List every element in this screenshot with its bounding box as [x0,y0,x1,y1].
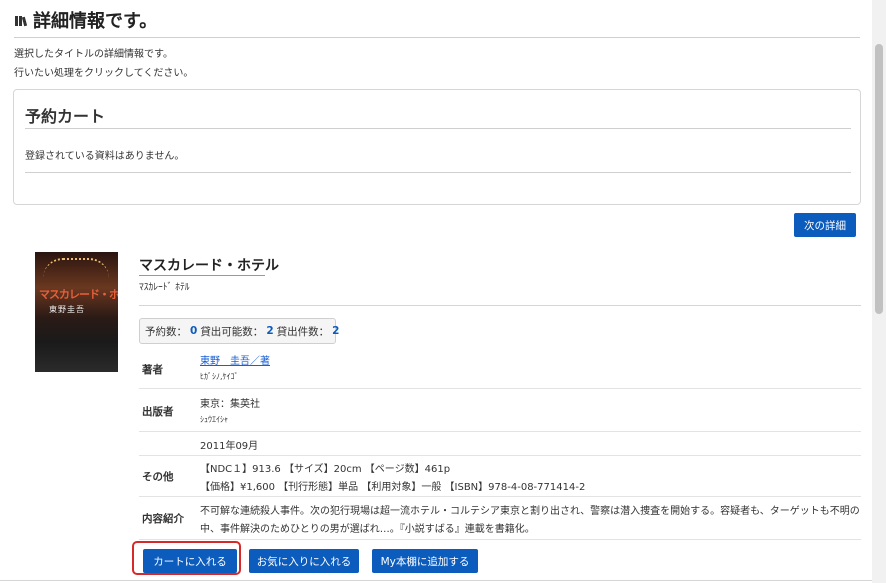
summary-line-2: 中、事件解決のためひとりの男が選ばれ…。『小説すばる』連載を書籍化。 [200,524,535,535]
next-detail-button[interactable]: 次の詳細 [794,213,856,237]
loan-count-value: 2 [332,325,340,337]
summary-line-1: 不可解な連続殺人事件。次の犯行現場は超一流ホテル・コルテシア東京と割り出され、警… [200,506,860,517]
add-to-shelf-button[interactable]: My本棚に追加する [372,549,478,573]
intro-text: 選択したタイトルの詳細情報です。 行いたい処理をクリックしてください。 [14,45,193,83]
book-cover-image[interactable]: マスカレード・ホテル 東野圭吾 [35,252,118,372]
cart-title: 予約カート [25,107,106,126]
row-divider [139,455,861,456]
publisher-kana: ｼｭｳｴｲｼｬ [200,415,228,424]
page-heading: 詳細情報です。 [14,7,157,33]
availability-counts: 予約数： 0 貸出可能数： 2 貸出件数： 2 [139,318,340,344]
intro-line-2: 行いたい処理をクリックしてください。 [14,68,194,79]
other-line-1: 【NDC１】913.6 【サイズ】20cm 【ページ数】461p [200,464,451,475]
author-link[interactable]: 東野 圭吾／著 [200,356,270,367]
reserve-count-value: 0 [190,325,198,337]
detail-page: 詳細情報です。 選択したタイトルの詳細情報です。 行いたい処理をクリックしてくだ… [0,0,872,583]
bottom-divider [0,580,872,581]
row-divider [139,496,861,497]
row-divider [139,388,861,389]
other-label: その他 [142,471,174,483]
book-title-kana: ﾏｽｶﾚｰﾄﾞ ﾎﾃﾙ [139,282,190,293]
author-label: 著者 [142,364,163,376]
book-title-underline [139,275,265,276]
reserve-count-label: 予約数： [145,325,187,338]
cover-chandelier [43,258,109,278]
reservation-cart-panel: 予約カート 登録されている資料はありません。 [13,89,861,205]
add-to-cart-button[interactable]: カートに入れる [143,549,237,573]
intro-line-1: 選択したタイトルの詳細情報です。 [14,49,173,60]
page-title: 詳細情報です。 [33,11,158,32]
cart-divider-bottom [25,172,851,173]
cover-title: マスカレード・ホテル [39,288,118,301]
cart-empty-message: 登録されている資料はありません。 [25,151,185,162]
title-divider [14,37,860,38]
available-count-value: 2 [266,325,274,337]
row-divider [139,431,861,432]
vertical-scrollbar[interactable] [872,0,886,583]
add-to-favorites-button[interactable]: お気に入りに入れる [249,549,359,573]
cart-divider-top [25,128,851,129]
author-kana: ﾋｶﾞｼﾉ,ｹｲｺﾞ [200,372,239,381]
book-header-divider [139,305,861,306]
publisher-value: 東京：集英社 [200,399,260,410]
loan-count-label: 貸出件数： [276,325,330,338]
books-icon [15,16,28,27]
cover-author: 東野圭吾 [49,305,85,314]
available-count-label: 貸出可能数： [200,325,264,338]
summary-label: 内容紹介 [142,513,184,525]
scrollbar-thumb[interactable] [875,44,883,314]
other-line-2: 【価格】¥1,600 【刊行形態】単品 【利用対象】一般 【ISBN】978-4… [200,482,586,493]
row-divider [139,539,861,540]
book-title: マスカレード・ホテル [139,258,279,274]
publisher-label: 出版者 [142,406,174,418]
publication-date: 2011年09月 [200,441,259,452]
author-value: 東野 圭吾／著 [200,352,270,367]
